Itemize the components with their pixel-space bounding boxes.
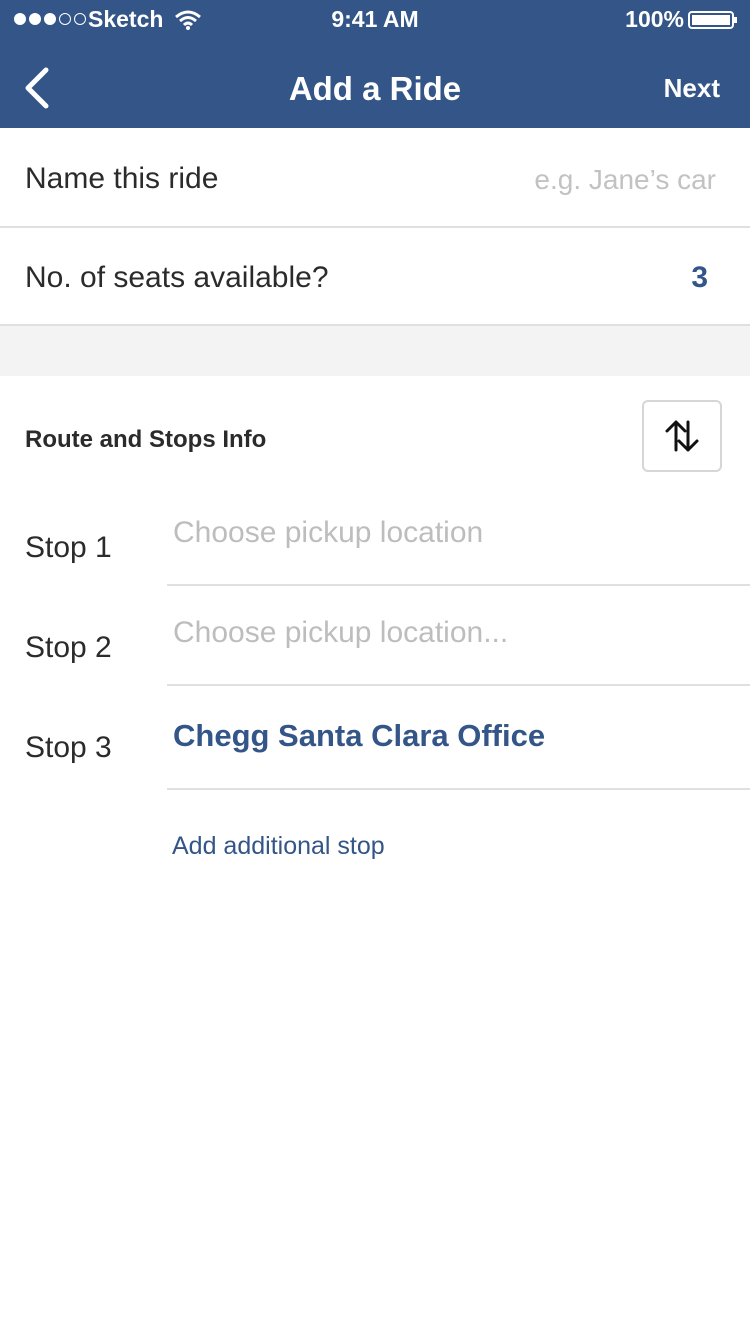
stop-3-location[interactable]: Chegg Santa Clara Office [173,718,545,754]
next-button[interactable]: Next [664,73,720,104]
page-title: Add a Ride [288,70,462,107]
ride-name-input[interactable] [416,164,716,196]
stop-3-field: Chegg Santa Clara Office [167,688,750,790]
ride-name-label: Name this ride [25,162,219,195]
battery-percent: 100% [625,6,684,32]
stop-3-label: Stop 3 [25,731,112,764]
stop-1-label: Stop 1 [25,531,112,564]
status-bar: Sketch 9:41 AM 100% [0,0,750,40]
stop-2-input[interactable] [173,616,733,650]
ride-name-row: Name this ride [0,128,750,228]
seats-label: No. of seats available? [25,261,329,294]
seats-value[interactable]: 3 [691,261,708,295]
stop-1-input[interactable] [173,516,733,550]
app-header: Sketch 9:41 AM 100% Add a Ride Next [0,0,750,128]
add-stop-link[interactable]: Add additional stop [172,832,385,861]
stop-2-field [167,586,750,686]
section-divider [0,326,750,376]
stop-2-label: Stop 2 [25,631,112,664]
seats-row[interactable]: No. of seats available? 3 [0,228,750,326]
route-heading: Route and Stops Info [25,426,267,453]
swap-vertical-arrows-icon [665,420,699,452]
battery-icon [688,11,737,29]
swap-stops-button[interactable] [642,400,722,472]
stop-1-field [167,486,750,586]
